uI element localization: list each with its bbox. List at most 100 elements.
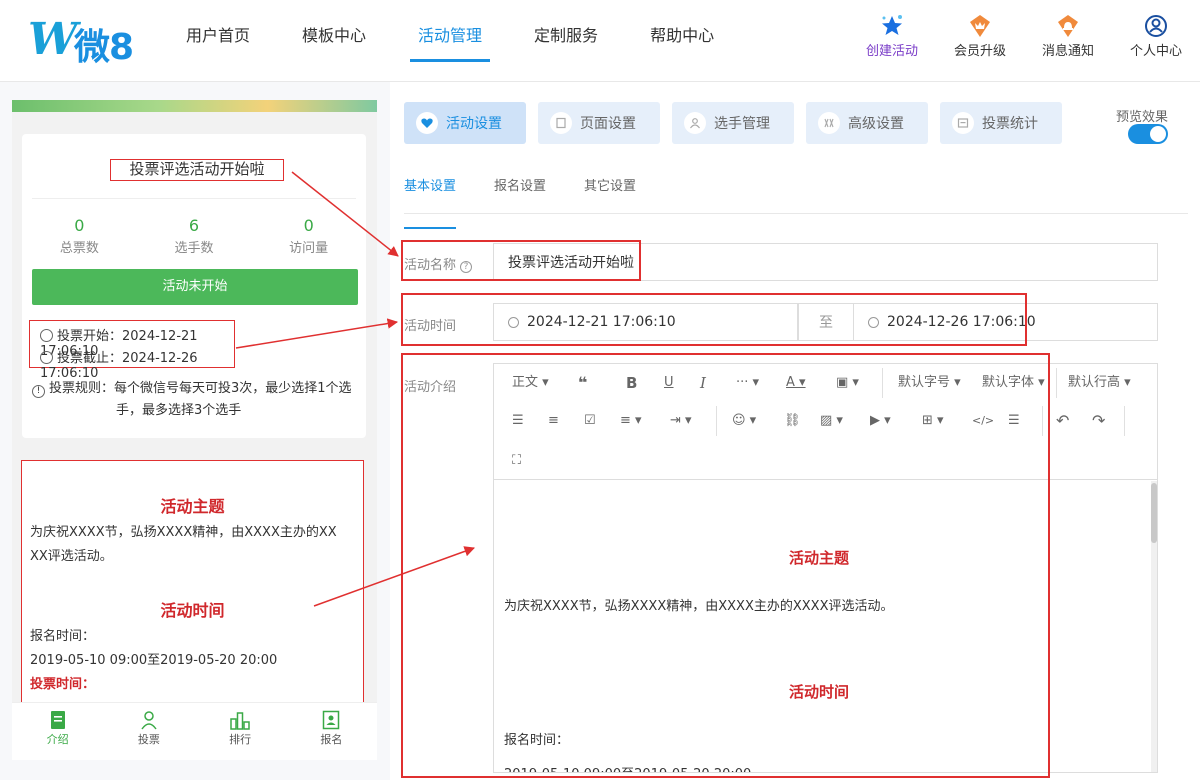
person-icon <box>684 112 706 134</box>
vote-time-highlight: 投票开始：2024-12-21 17:06:10 投票截止：2024-12-26… <box>29 320 235 381</box>
signup-icon <box>286 709 377 731</box>
vote-rule: ! 投票规则：每个微信号每天可投3次，最少选择1个选 手，最多选择3个选手 <box>32 378 352 422</box>
tab-signup[interactable]: 报名 <box>286 703 377 760</box>
top-navigation-bar: W 微8 用户首页 模板中心 活动管理 定制服务 帮助中心 创建活动 会员升级 … <box>0 0 1200 82</box>
vip-upgrade-label: 会员升级 <box>953 44 1006 59</box>
line-height-dropdown[interactable]: 默认行高 ▾ <box>1068 370 1131 396</box>
subtab-other[interactable]: 其它设置 <box>584 176 636 213</box>
line-height-label: 默认行高 <box>1068 375 1121 390</box>
tab-ranking-label: 排行 <box>229 733 252 746</box>
vote-rule-line-2: 手，最多选择3个选手 <box>116 403 242 418</box>
page-icon <box>550 112 572 134</box>
subtab-basic[interactable]: 基本设置 <box>404 176 457 229</box>
preview-theme-text-2: XX评选活动。 <box>30 549 113 564</box>
preview-signup-range: 2019-05-10 09:00至2019-05-20 20:00 <box>30 653 278 668</box>
step-activity-settings[interactable]: 活动设置 <box>404 102 526 144</box>
stat-label: 访问量 <box>289 241 329 256</box>
mobile-preview: 投票评选活动开始啦 0 总票数 6 选手数 0 访问量 活动未开始 投票开始：2… <box>12 100 377 760</box>
preview-signup-label: 报名时间： <box>30 629 96 644</box>
undo-icon[interactable]: ↶ <box>1056 408 1069 434</box>
stat-value: 0 <box>303 216 314 235</box>
tab-intro-label: 介绍 <box>46 733 69 746</box>
vote-end-line: 投票截止：2024-12-26 17:06:10 <box>40 347 234 381</box>
preview-banner <box>12 100 377 112</box>
activity-info-card: 投票评选活动开始啦 0 总票数 6 选手数 0 访问量 活动未开始 投票开始：2… <box>22 134 366 438</box>
nav-item-help-center[interactable]: 帮助中心 <box>624 0 740 82</box>
settings-panel: 活动设置 页面设置 选手管理 高级设置 投票统计 预览效果 基本设置 报名设置 … <box>390 82 1200 780</box>
preview-toggle-label: 预览效果 <box>1115 110 1168 125</box>
advanced-icon <box>818 112 840 134</box>
logo-mark: W <box>28 14 77 65</box>
preview-activity-title: 投票评选活动开始啦 <box>110 159 284 181</box>
preview-theme-text-1: 为庆祝XXXX节，弘扬XXXX精神，由XXXX主办的XX <box>30 525 337 540</box>
preview-time-heading: 活动时间 <box>160 601 225 620</box>
stat-label: 选手数 <box>174 241 214 256</box>
vote-end-text: 投票截止：2024-12-26 17:06:10 <box>40 351 198 381</box>
toolbar-divider <box>1124 406 1125 436</box>
user-center-label: 个人中心 <box>1129 44 1182 59</box>
tab-vote-label: 投票 <box>137 733 160 746</box>
vip-crown-icon <box>936 12 1024 40</box>
statistics-icon <box>952 112 974 134</box>
stat-visits: 0 访问量 <box>251 216 366 256</box>
activity-status-button[interactable]: 活动未开始 <box>32 269 358 305</box>
main-nav: 用户首页 模板中心 活动管理 定制服务 帮助中心 <box>160 0 740 82</box>
stats-row: 0 总票数 6 选手数 0 访问量 <box>22 216 366 256</box>
clock-icon <box>40 329 53 342</box>
preview-tab-bar: 介绍 投票 排行 报名 <box>12 702 377 760</box>
step-label: 活动设置 <box>446 116 502 132</box>
annotation-box-intro <box>401 353 1050 778</box>
step-label: 选手管理 <box>714 116 770 132</box>
ranking-icon <box>195 709 286 731</box>
user-center-button[interactable]: 个人中心 <box>1112 12 1200 59</box>
brand-logo[interactable]: W 微8 <box>28 12 138 68</box>
info-icon: ! <box>32 385 45 398</box>
nav-item-home[interactable]: 用户首页 <box>160 0 276 82</box>
step-vote-statistics[interactable]: 投票统计 <box>940 102 1062 144</box>
tab-vote[interactable]: 投票 <box>103 703 194 760</box>
scrollbar-thumb[interactable] <box>1151 483 1157 543</box>
stat-total-votes: 0 总票数 <box>22 216 137 256</box>
annotation-box-time <box>401 293 1027 346</box>
redo-icon[interactable]: ↷ <box>1092 408 1105 434</box>
bell-icon <box>1024 12 1112 40</box>
nav-item-templates[interactable]: 模板中心 <box>276 0 392 82</box>
settings-steps: 活动设置 页面设置 选手管理 高级设置 投票统计 <box>404 102 1074 144</box>
nav-item-custom-service[interactable]: 定制服务 <box>508 0 624 82</box>
annotation-box-name <box>401 240 641 281</box>
editor-scrollbar[interactable] <box>1151 481 1157 772</box>
header-tools: 创建活动 会员升级 消息通知 个人中心 <box>848 12 1200 59</box>
step-advanced-settings[interactable]: 高级设置 <box>806 102 928 144</box>
person-icon <box>103 709 194 731</box>
preview-toggle-switch[interactable] <box>1128 124 1168 144</box>
logo-text: 微8 <box>74 27 134 68</box>
card-divider <box>32 198 356 199</box>
settings-subtabs: 基本设置 报名设置 其它设置 <box>404 176 1188 229</box>
subtab-signup[interactable]: 报名设置 <box>494 176 546 213</box>
vip-upgrade-button[interactable]: 会员升级 <box>936 12 1024 59</box>
stat-value: 6 <box>188 216 200 235</box>
step-label: 高级设置 <box>848 116 904 132</box>
notifications-label: 消息通知 <box>1041 44 1094 59</box>
step-label: 页面设置 <box>580 116 636 132</box>
tab-intro[interactable]: 介绍 <box>12 703 103 760</box>
step-page-settings[interactable]: 页面设置 <box>538 102 660 144</box>
step-contestant-management[interactable]: 选手管理 <box>672 102 794 144</box>
tab-ranking[interactable]: 排行 <box>195 703 286 760</box>
nav-item-activity-management[interactable]: 活动管理 <box>392 0 508 82</box>
stat-value: 0 <box>74 216 85 235</box>
tab-signup-label: 报名 <box>320 733 343 746</box>
stat-label: 总票数 <box>59 241 99 256</box>
clock-icon <box>40 351 53 364</box>
document-icon <box>12 709 103 731</box>
vote-rule-line-1: 投票规则：每个微信号每天可投3次，最少选择1个选 <box>49 381 352 396</box>
star-icon <box>848 12 936 40</box>
preview-theme-heading: 活动主题 <box>160 497 225 516</box>
preview-content-highlight: 活动主题 为庆祝XXXX节，弘扬XXXX精神，由XXXX主办的XX XX评选活动… <box>21 460 364 704</box>
preview-vote-time-label: 投票时间： <box>30 677 96 692</box>
user-icon <box>1112 12 1200 40</box>
toolbar-divider <box>1056 368 1057 398</box>
stat-contestants: 6 选手数 <box>137 216 252 256</box>
notifications-button[interactable]: 消息通知 <box>1024 12 1112 59</box>
create-activity-button[interactable]: 创建活动 <box>848 12 936 59</box>
